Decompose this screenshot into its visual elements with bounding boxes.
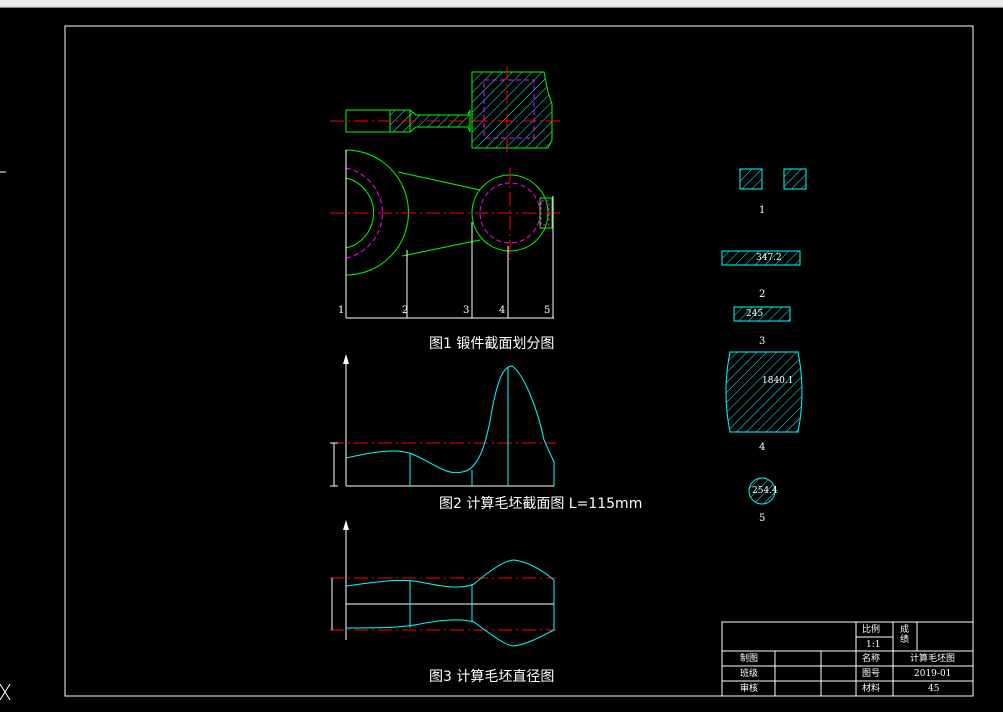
section-number: 4 <box>759 442 766 453</box>
fig2-section-curve <box>330 354 556 487</box>
fig3-caption: 图3 计算毛坯直径图 <box>429 669 555 685</box>
section-number: 2 <box>759 289 766 300</box>
fig3-diameter-curve <box>330 520 556 647</box>
section-value: 1840.1 <box>762 376 794 386</box>
section-number: 5 <box>759 513 766 524</box>
grade-label: 成绩 <box>900 625 910 645</box>
application-toolbar <box>0 0 1003 8</box>
title-row-value: 2019-01 <box>914 669 952 679</box>
section-4 <box>725 351 803 433</box>
section-1-left <box>739 168 763 190</box>
scale-label: 比例 <box>862 625 881 635</box>
station-label: 2 <box>402 305 408 316</box>
station-label: 4 <box>499 305 505 316</box>
section-value: 245 <box>746 309 764 319</box>
toolbar-segment[interactable] <box>100 0 481 6</box>
fig1-top-view <box>330 66 560 154</box>
section-value: 254.4 <box>752 486 778 496</box>
title-row-label: 图号 <box>862 669 881 679</box>
title-row-left: 审核 <box>740 684 759 694</box>
station-label: 3 <box>463 305 469 316</box>
toolbar-segment[interactable] <box>810 0 1003 6</box>
section-value: 347.2 <box>756 253 782 263</box>
toolbar-segment[interactable] <box>0 0 101 6</box>
station-label: 1 <box>338 305 344 316</box>
scale-value: 1:1 <box>866 640 881 650</box>
fig1-caption: 图1 锻件截面划分图 <box>429 336 555 352</box>
title-row-value: 45 <box>928 684 940 694</box>
fig1-front-view <box>330 149 560 319</box>
section-1-right <box>783 168 807 190</box>
station-label: 5 <box>544 305 550 316</box>
title-row-left: 制图 <box>740 654 759 664</box>
fig2-caption: 图2 计算毛坯截面图 L=115mm <box>439 496 643 512</box>
section-number: 1 <box>759 205 766 216</box>
section-number: 3 <box>759 336 766 347</box>
title-row-label: 名称 <box>862 654 881 664</box>
toolbar-segment[interactable] <box>640 0 811 6</box>
title-row-left: 班级 <box>740 669 759 679</box>
toolbar-segment[interactable] <box>480 0 641 6</box>
drawing-canvas[interactable]: 1 2 3 4 5 <box>0 8 1003 712</box>
title-row-value: 计算毛坯图 <box>910 654 956 664</box>
title-row-label: 材料 <box>862 684 881 694</box>
